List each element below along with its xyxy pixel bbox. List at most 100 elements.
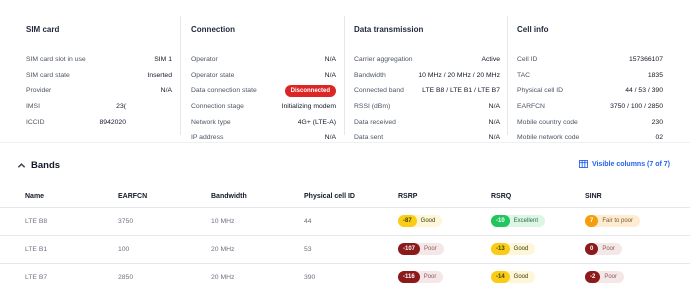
info-row: Data received N/A bbox=[354, 114, 500, 130]
rsrp-quality: Good bbox=[420, 218, 436, 224]
rsrp-value: -116 bbox=[398, 271, 420, 283]
columns-icon bbox=[578, 160, 588, 168]
band-name: LTE B8 bbox=[25, 218, 48, 225]
row-label: Provider bbox=[26, 87, 52, 95]
sinr-quality: Poor bbox=[602, 246, 616, 252]
rsrq-value: -13 bbox=[491, 243, 510, 255]
row-label: Operator state bbox=[191, 71, 235, 79]
rsrp-value: -87 bbox=[398, 215, 417, 227]
section-title: SIM card bbox=[26, 25, 60, 34]
row-value: 1835 bbox=[647, 71, 663, 79]
column-header[interactable]: Physical cell ID bbox=[304, 193, 355, 200]
row-label: Data sent bbox=[354, 134, 384, 142]
row-value: N/A bbox=[488, 103, 500, 111]
row-label: Mobile network code bbox=[517, 134, 580, 142]
column-header[interactable]: SINR bbox=[585, 193, 602, 200]
info-row: Bandwidth 10 MHz / 20 MHz / 20 MHz bbox=[354, 68, 500, 84]
band-earfcn: 3750 bbox=[118, 218, 134, 225]
visible-columns-label: Visible columns (7 of 7) bbox=[591, 160, 670, 168]
row-value: Initializing modem bbox=[281, 103, 336, 111]
rsrq-value: -10 bbox=[491, 215, 510, 227]
row-value: 8942020 bbox=[99, 118, 126, 126]
sinr-badge: -2 Poor bbox=[585, 271, 625, 283]
rsrq-badge: -14 Good bbox=[491, 271, 536, 283]
visible-columns-button[interactable]: Visible columns (7 of 7) bbox=[578, 160, 670, 168]
row-value: N/A bbox=[324, 71, 336, 79]
band-name: LTE B1 bbox=[25, 246, 48, 253]
sinr-quality: Fair to poor bbox=[602, 218, 634, 224]
rsrq-quality: Good bbox=[513, 246, 529, 252]
info-row: Operator N/A bbox=[191, 52, 336, 68]
info-row: Cell ID 157366107 bbox=[517, 52, 663, 68]
sinr-badge: 7 Fair to poor bbox=[585, 215, 641, 227]
row-value: 157366107 bbox=[628, 56, 663, 64]
row-label: Mobile country code bbox=[517, 118, 578, 126]
band-name: LTE B7 bbox=[25, 274, 48, 281]
row-value: N/A bbox=[324, 134, 336, 142]
chevron-up-icon[interactable] bbox=[17, 161, 26, 170]
info-row: Operator state N/A bbox=[191, 68, 336, 84]
info-row: Physical cell ID 44 / 53 / 390 bbox=[517, 83, 663, 99]
info-row: Mobile country code 230 bbox=[517, 114, 663, 130]
sim-card-section: SIM card SIM card slot in use SIM 1 SIM c… bbox=[26, 16, 172, 130]
band-pci: 53 bbox=[304, 246, 312, 253]
row-value: N/A bbox=[488, 118, 500, 126]
row-label: Data received bbox=[354, 118, 396, 126]
status-panel: SIM card SIM card slot in use SIM 1 SIM c… bbox=[0, 0, 690, 142]
rsrp-quality: Poor bbox=[424, 246, 437, 252]
rsrq-value: -14 bbox=[491, 271, 510, 283]
cell-info-section: Cell info Cell ID 157366107 TAC 1835 Physi… bbox=[507, 16, 663, 141]
row-value: 4G+ (LTE-A) bbox=[297, 118, 336, 126]
bands-title[interactable]: Bands bbox=[31, 160, 60, 171]
data-transmission-section: Data transmission Carrier aggregation Act… bbox=[344, 16, 500, 141]
section-title: Connection bbox=[191, 25, 235, 34]
row-label: Connection stage bbox=[191, 103, 244, 111]
info-row: Data connection state Disconnected bbox=[191, 83, 336, 99]
row-label: TAC bbox=[517, 71, 531, 79]
rsrq-badge: -10 Excellent bbox=[491, 215, 546, 227]
row-value: Inserted bbox=[147, 71, 172, 79]
info-row: Connected band LTE B8 / LTE B1 / LTE B7 bbox=[354, 83, 500, 99]
info-row: SIM card slot in use SIM 1 bbox=[26, 52, 172, 68]
band-earfcn: 2850 bbox=[118, 274, 134, 281]
section-title: Cell info bbox=[517, 25, 549, 34]
band-bandwidth: 10 MHz bbox=[211, 218, 235, 225]
row-value: N/A bbox=[160, 87, 172, 95]
row-label: Operator bbox=[191, 56, 218, 64]
column-header[interactable]: EARFCN bbox=[118, 193, 147, 200]
row-value: 44 / 53 / 390 bbox=[625, 87, 663, 95]
row-label: Carrier aggregation bbox=[354, 56, 413, 64]
row-label: RSSI (dBm) bbox=[354, 103, 391, 111]
row-label: ICCID bbox=[26, 118, 45, 126]
sinr-value: 0 bbox=[585, 243, 599, 255]
table-row: LTE B1 100 20 MHz 53 -107 Poor -13 Good 0P… bbox=[0, 235, 690, 263]
row-value: Active bbox=[481, 56, 500, 64]
row-label: Bandwidth bbox=[354, 71, 386, 79]
sinr-value: -2 bbox=[585, 271, 601, 283]
column-header[interactable]: Bandwidth bbox=[211, 193, 247, 200]
row-label: EARFCN bbox=[517, 103, 545, 111]
column-header[interactable]: Name bbox=[25, 193, 44, 200]
info-row: TAC 1835 bbox=[517, 68, 663, 84]
row-value: 23( bbox=[116, 103, 126, 111]
info-row: IMSI 23( bbox=[26, 99, 126, 115]
rsrp-badge: -87 Good bbox=[398, 215, 443, 227]
rsrp-badge: -116 Poor bbox=[398, 271, 444, 283]
status-badge: Disconnected bbox=[284, 84, 336, 97]
column-header[interactable]: RSRP bbox=[398, 193, 417, 200]
info-row: EARFCN 3750 / 100 / 2850 bbox=[517, 99, 663, 115]
row-label: Network type bbox=[191, 118, 231, 126]
band-pci: 44 bbox=[304, 218, 312, 225]
row-value: 10 MHz / 20 MHz / 20 MHz bbox=[418, 71, 500, 79]
rsrp-value: -107 bbox=[398, 243, 421, 255]
rsrp-quality: Poor bbox=[423, 274, 437, 280]
column-header[interactable]: RSRQ bbox=[491, 193, 511, 200]
sinr-value: 7 bbox=[585, 215, 599, 227]
rsrq-badge: -13 Good bbox=[491, 243, 536, 255]
info-row: ICCID 8942020 bbox=[26, 114, 126, 130]
row-value: N/A bbox=[488, 134, 500, 142]
row-label: SIM card state bbox=[26, 71, 70, 79]
row-label: Connected band bbox=[354, 87, 404, 95]
row-label: SIM card slot in use bbox=[26, 56, 86, 64]
table-row: LTE B8 3750 10 MHz 44 -87 Good -10 Excelle… bbox=[0, 207, 690, 235]
